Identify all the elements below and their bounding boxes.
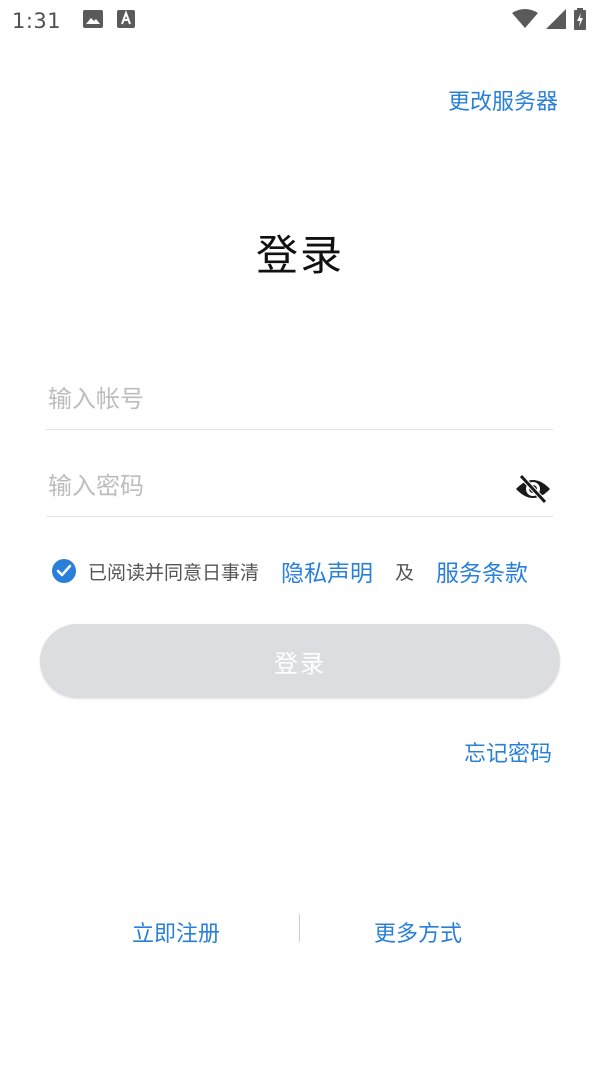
change-server-link[interactable]: 更改服务器 [448, 84, 558, 116]
forgot-password-link[interactable]: 忘记密码 [464, 736, 552, 768]
status-right [512, 8, 586, 34]
battery-charging-icon [574, 8, 586, 34]
login-screen: 1:31 更改服务器 登录 输入帐号 已阅读并同意日事清 隐私声明 及 服务条款… [0, 0, 600, 1066]
signal-icon [546, 9, 566, 33]
image-icon [83, 10, 104, 32]
status-bar: 1:31 [0, 0, 600, 42]
more-methods-link[interactable]: 更多方式 [374, 916, 462, 948]
check-icon [56, 564, 72, 577]
agreement-row: 已阅读并同意日事清 隐私声明 及 服务条款 [52, 554, 528, 588]
terms-link[interactable]: 服务条款 [436, 554, 528, 588]
eye-off-icon[interactable] [513, 469, 553, 509]
register-link[interactable]: 立即注册 [132, 916, 220, 948]
wifi-icon [512, 9, 538, 33]
privacy-link[interactable]: 隐私声明 [281, 554, 373, 588]
login-button[interactable]: 登录 [40, 624, 560, 698]
password-input[interactable] [46, 471, 513, 500]
status-time: 1:31 [12, 9, 62, 33]
agreement-and: 及 [395, 561, 415, 584]
password-field [46, 455, 553, 517]
page-title: 登录 [255, 231, 344, 280]
footer-divider [299, 914, 300, 942]
account-field [46, 368, 553, 430]
text-a-icon [117, 10, 136, 32]
footer-links: 立即注册 更多方式 [0, 912, 600, 948]
agreement-prefix: 已阅读并同意日事清 [88, 561, 260, 584]
agree-checkbox[interactable] [52, 559, 76, 583]
account-input[interactable] [46, 384, 553, 413]
